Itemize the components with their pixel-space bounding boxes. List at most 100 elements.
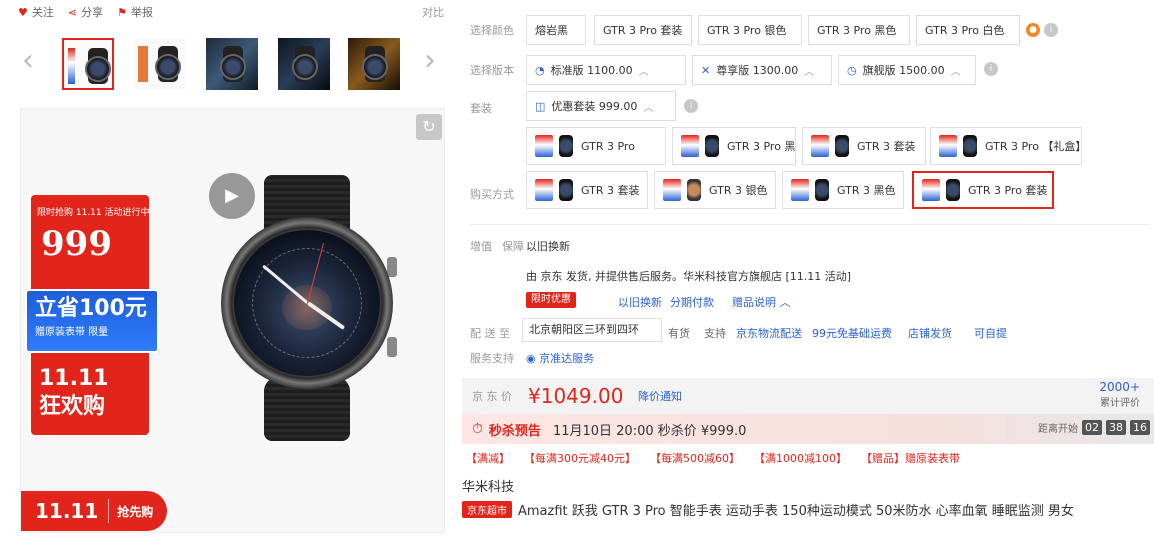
color-option-5[interactable]: GTR 3 Pro 白色 (916, 15, 1020, 45)
variant-watch-thumb (705, 135, 719, 157)
report-button[interactable]: ⚑ 举报 (117, 4, 153, 20)
store-ship-link[interactable]: 店铺发货 (908, 325, 952, 341)
thumbnail-watch-image (85, 48, 111, 84)
variant-option-4[interactable]: GTR 3 Pro 【礼盒】 (930, 127, 1082, 165)
purchase-option-3[interactable]: GTR 3 黑色 (782, 171, 904, 209)
price-value: ¥1049.00 (528, 384, 624, 408)
prev-arrow-icon[interactable]: ‹ (22, 46, 34, 76)
variant-option-1[interactable]: GTR 3 Pro (526, 127, 666, 165)
play-video-icon[interactable]: ▶ (209, 173, 255, 219)
variant-box-thumb (791, 179, 809, 201)
variant-box-thumb (681, 135, 699, 157)
color-option-4[interactable]: GTR 3 Pro 黑色 (808, 15, 910, 45)
report-label: 举报 (130, 6, 153, 19)
bundle-option[interactable]: ◫ 优惠套装 999.00 ︿ (526, 91, 676, 121)
follow-button[interactable]: ♥ 关注 (18, 4, 54, 20)
chevron-up-icon: ︿ (779, 296, 791, 309)
variant-option-2[interactable]: GTR 3 Pro 黑色 (672, 127, 796, 165)
thumbnail-3[interactable] (206, 38, 258, 90)
purchase-option-2[interactable]: GTR 3 银色 (654, 171, 776, 209)
support-status: 支持 (704, 327, 726, 340)
price-alert-link[interactable]: 降价通知 (638, 388, 682, 404)
purchase-option-2-label: GTR 3 银色 (709, 184, 768, 197)
coupon-3[interactable]: 【每满500减60】 (650, 450, 740, 466)
bundle-option-label: 优惠套装 999.00 (551, 100, 638, 113)
product-info-panel: 选择颜色 熔岩黑 GTR 3 Pro 套装 GTR 3 Pro 银色 GTR 3… (462, 0, 1154, 538)
free-shipping-link[interactable]: 99元免基础运费 (812, 325, 892, 341)
follow-label: 关注 (31, 6, 54, 19)
coupon-5[interactable]: 【赠品】赠原装表带 (861, 450, 960, 466)
delivery-link[interactable]: 京东物流配送 (736, 325, 802, 341)
thumbnail-watch-image (362, 46, 388, 82)
promo-blue-headline: 立省100元 (35, 296, 147, 321)
variant-box-thumb (663, 179, 681, 201)
promo-banner-blue: 立省100元 赠原装表带 限量 (25, 289, 159, 353)
review-summary[interactable]: 2000+ 累计评价 (1099, 380, 1140, 409)
variant-watch-thumb (835, 135, 849, 157)
watch-crown-bottom (387, 337, 397, 357)
clock-icon: ⏱ (472, 421, 483, 437)
promo-tag: 限时优惠 (526, 292, 576, 308)
version-option-1[interactable]: ◔ 标准版 1100.00 ︿ (526, 55, 686, 85)
purchase-option-4-selected[interactable]: GTR 3 Pro 套装 (912, 171, 1054, 209)
color-option-3[interactable]: GTR 3 Pro 银色 (698, 15, 802, 45)
trade-in-link[interactable]: 以旧换新 (618, 294, 662, 310)
thumbnail-watch-image (155, 46, 181, 82)
next-arrow-icon[interactable]: › (424, 46, 436, 76)
flash-sale-text: 11月10日 20:00 秒杀价 ¥999.0 (552, 423, 747, 439)
service-support-link[interactable]: ◉ 京准达服务 (526, 350, 594, 366)
countdown: 距离开始 02 38 16 (1038, 420, 1150, 435)
gift-icon: ◫ (535, 99, 546, 113)
product-name[interactable]: Amazfit 跃我 GTR 3 Pro 智能手表 运动手表 150种运动模式 … (518, 500, 1074, 519)
color-option-2[interactable]: GTR 3 Pro 套装 (594, 15, 692, 45)
version-label: 选择版本 (470, 64, 514, 77)
version-option-3[interactable]: ◷ 旗舰版 1500.00 ︿ (838, 55, 976, 85)
version-option-2-label: 尊享版 1300.00 (716, 64, 799, 77)
dial-glow (282, 285, 332, 330)
coupon-2[interactable]: 【每满300元减40元】 (524, 450, 636, 466)
coupon-4[interactable]: 【满1000减100】 (754, 450, 847, 466)
thumbnail-1[interactable] (62, 38, 114, 90)
countdown-minutes: 38 (1106, 420, 1126, 435)
purchase-option-1-label: GTR 3 套装 (581, 184, 640, 197)
color-option-1[interactable]: 熔岩黑 (526, 15, 586, 45)
gift-info-link[interactable]: 赠品说明 ︿ (732, 294, 791, 310)
thumbnail-2[interactable] (134, 38, 186, 90)
version-option-2[interactable]: ✕ 尊享版 1300.00 ︿ (692, 55, 832, 85)
promo-bottom-line-2: 狂欢购 (39, 394, 106, 419)
purchase-option-1[interactable]: GTR 3 套装 (526, 171, 648, 209)
compare-icon[interactable]: ↻ (416, 114, 442, 140)
address-selector[interactable]: 北京朝阳区三环到四环 (522, 318, 662, 342)
coupon-1[interactable]: 【满减】 (466, 450, 510, 466)
pickup-link[interactable]: 可自提 (974, 325, 1007, 341)
main-product-image[interactable]: ↻ ▶ 限时抢购 11.11 活动进行中 999 11.11 狂欢购 立省100… (20, 108, 445, 533)
price-box: 京 东 价 ¥1049.00 降价通知 2000+ 累计评价 ⏱ 秒杀预告 11… (462, 378, 1154, 444)
promo-big-price: 999 (41, 224, 112, 264)
variant-option-4-label: GTR 3 Pro 【礼盒】 (985, 140, 1082, 153)
info-icon[interactable]: i (1044, 23, 1058, 37)
variant-watch-thumb (687, 179, 701, 201)
promo-cta-button[interactable]: 11.11 抢先购 (21, 491, 167, 531)
product-title-line: 京东超市 Amazfit 跃我 GTR 3 Pro 智能手表 运动手表 150种… (462, 500, 1074, 519)
chevron-up-icon: ︿ (950, 66, 961, 78)
strap-icon: ✕ (701, 63, 711, 77)
variant-option-3-label: GTR 3 套装 (857, 140, 916, 153)
info-icon[interactable]: i (984, 62, 998, 76)
variant-box-thumb (922, 179, 940, 201)
top-toolbar: ♥ 关注 ⋖ 分享 ⚑ 举报 (18, 4, 153, 20)
thumbnail-5[interactable] (348, 38, 400, 90)
compare-link[interactable]: 对比 (422, 4, 444, 20)
service-support-label: 服务支持 (470, 352, 514, 365)
share-button[interactable]: ⋖ 分享 (68, 4, 103, 20)
info-icon[interactable]: i (684, 99, 698, 113)
thumbnail-watch-image (220, 46, 246, 82)
version-option-1-label: 标准版 1100.00 (550, 64, 633, 77)
promo-blue-sub: 赠原装表带 限量 (35, 327, 109, 338)
thumbnail-4[interactable] (278, 38, 330, 90)
hot-icon: ● (1026, 23, 1040, 37)
share-icon: ⋖ (67, 5, 78, 19)
countdown-seconds: 16 (1130, 420, 1150, 435)
variant-option-3[interactable]: GTR 3 套装 (802, 127, 926, 165)
installment-link[interactable]: 分期付款 (670, 294, 714, 310)
purchase-option-4-label: GTR 3 Pro 套装 (968, 184, 1048, 197)
